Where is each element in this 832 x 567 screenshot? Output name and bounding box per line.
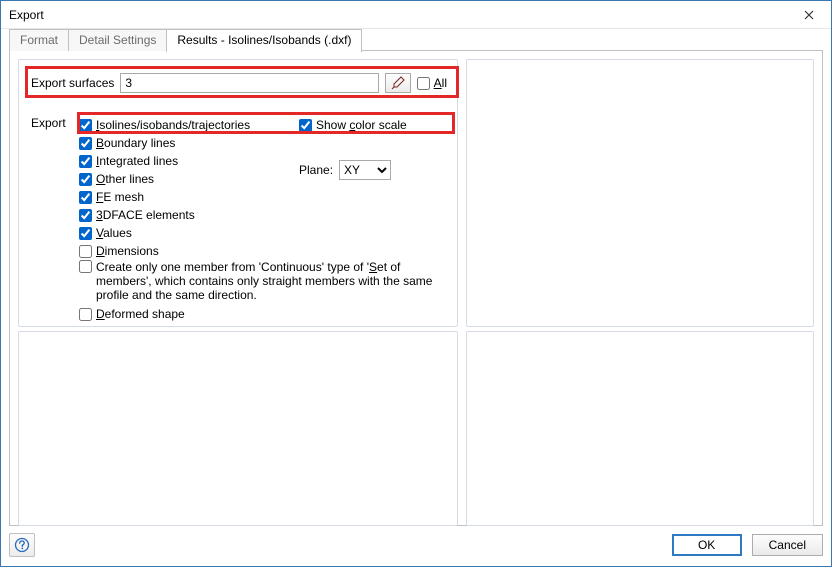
cancel-button[interactable]: Cancel	[752, 534, 823, 556]
checkbox-3dface-elements[interactable]: 3DFACE elements	[79, 206, 447, 224]
checkbox-all[interactable]: All	[417, 76, 447, 90]
group-bottom-right	[466, 331, 814, 526]
select-plane[interactable]: XY	[339, 160, 391, 180]
label-plane: Plane:	[299, 163, 333, 177]
client-area: Format Detail Settings Results - Isoline…	[9, 29, 823, 526]
footer: OK Cancel	[9, 532, 823, 558]
tab-detail-settings[interactable]: Detail Settings	[68, 29, 167, 51]
close-icon	[804, 10, 814, 20]
tab-format[interactable]: Format	[9, 29, 69, 51]
row-export-surfaces: Export surfaces All	[31, 72, 447, 94]
input-export-surfaces[interactable]	[120, 73, 378, 93]
footer-buttons: OK Cancel	[672, 534, 823, 556]
export-right-column: Show color scale Plane: XY	[299, 116, 407, 180]
checkbox-show-color-scale[interactable]: Show color scale	[299, 116, 407, 134]
label-export: Export	[31, 116, 66, 130]
checkbox-one-member[interactable]: Create only one member from 'Continuous'…	[79, 260, 447, 302]
label-export-surfaces: Export surfaces	[31, 76, 114, 90]
plane-row: Plane: XY	[299, 160, 407, 180]
group-top-right	[466, 59, 814, 327]
checkbox-fe-mesh[interactable]: FE mesh	[79, 188, 447, 206]
window-title: Export	[9, 8, 44, 22]
tabpage: Export surfaces All Export	[9, 50, 823, 526]
tab-results-isolines[interactable]: Results - Isolines/Isobands (.dxf)	[166, 29, 362, 52]
close-button[interactable]	[787, 1, 831, 29]
checkbox-values[interactable]: Values	[79, 224, 447, 242]
titlebar: Export	[1, 1, 831, 29]
group-bottom-left	[18, 331, 458, 526]
checkbox-deformed-shape[interactable]: Deformed shape	[79, 305, 447, 323]
checkbox-all-label: All	[434, 76, 447, 90]
tabstrip: Format Detail Settings Results - Isoline…	[9, 29, 823, 51]
pick-surfaces-button[interactable]	[385, 73, 411, 93]
eyedropper-icon	[391, 76, 405, 90]
help-button[interactable]	[9, 533, 35, 557]
checkbox-dimensions[interactable]: Dimensions	[79, 242, 447, 260]
help-icon	[14, 537, 30, 553]
ok-button[interactable]: OK	[672, 534, 742, 556]
group-top-left: Export surfaces All Export	[18, 59, 458, 327]
